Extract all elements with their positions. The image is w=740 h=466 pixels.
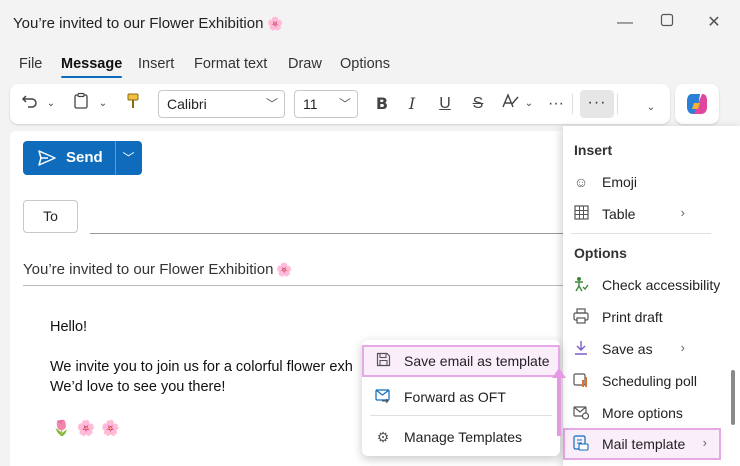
calendar-poll-icon [572,372,590,390]
menu-tabs: File Message Insert Format text Draw Opt… [0,52,740,80]
send-icon [38,150,56,166]
printer-icon [572,308,590,326]
menu-item-emoji[interactable]: ☺ Emoji [563,167,733,197]
undo-icon[interactable] [20,92,40,116]
font-name-select[interactable]: Calibri ﹀ [158,90,285,118]
flower-emoji: 🌸 [276,262,293,277]
menu-item-table[interactable]: Table › [563,199,733,229]
window-title: You’re invited to our Flower Exhibition 🌸 [13,15,284,32]
ribbon-divider [572,94,573,114]
format-painter-icon[interactable] [122,92,144,116]
menu-item-check-accessibility[interactable]: Check accessibility [563,270,733,300]
smiley-icon: ☺ [573,174,589,190]
chevron-down-icon: ﹀ [265,97,278,111]
to-field[interactable] [90,233,570,234]
menu-item-scheduling-poll[interactable]: Scheduling poll [563,366,733,396]
paste-icon[interactable] [70,92,92,116]
subject-underline [23,285,570,286]
tab-file[interactable]: File [19,56,42,72]
tab-format-text[interactable]: Format text [194,56,267,72]
title-bar: You’re invited to our Flower Exhibition 🌸… [0,0,740,50]
menu-item-more-options[interactable]: More options [563,398,733,428]
flower-emoji: 🌸 [267,16,284,31]
forward-mail-icon [374,388,392,406]
mail-settings-icon [572,404,590,422]
submenu-item-manage-templates[interactable]: ⚙ Manage Templates [362,422,560,452]
table-icon [572,205,590,223]
text-effects-icon[interactable] [500,92,522,116]
strikethrough-icon[interactable]: S [468,92,488,116]
maximize-icon[interactable] [657,13,677,33]
copilot-icon [687,94,707,114]
subject-field[interactable]: You’re invited to our Flower Exhibition 🌸 [23,261,293,278]
chevron-right-icon: › [680,340,685,355]
download-icon [572,340,590,358]
send-options-chevron-icon[interactable]: ﹀ [115,141,142,175]
body-greeting: Hello! [50,319,88,335]
body-emojis: 🌷🌸🌸 [52,420,127,437]
ribbon-divider [617,94,618,114]
menu-scrollbar[interactable] [731,370,735,425]
more-commands-button[interactable]: ··· [580,90,614,118]
submenu-item-save-email-as-template[interactable]: Save email as template [362,346,560,376]
minimize-icon[interactable]: — [615,13,635,33]
mail-template-icon [572,435,590,453]
bold-icon[interactable]: B [372,92,392,116]
tab-insert[interactable]: Insert [138,56,174,72]
tab-message[interactable]: Message [61,56,123,78]
gear-icon: ⚙ [376,429,390,445]
ribbon-toolbar: ⌄ ⌄ Calibri ﹀ 11 ﹀ B I U S ⌄ ··· ⌄ [10,84,670,124]
send-button[interactable]: Send ﹀ [23,141,142,175]
accessibility-icon [572,276,590,294]
menu-item-mail-template[interactable]: Mail template › [563,429,733,459]
font-size-select[interactable]: 11 ﹀ [294,90,358,118]
italic-icon[interactable]: I [402,92,422,116]
options-section-header: Options [574,245,627,261]
chevron-down-icon: ﹀ [338,97,351,111]
menu-item-print-draft[interactable]: Print draft [563,302,733,332]
chevron-right-icon: › [702,435,707,450]
paste-dropdown-icon[interactable]: ⌄ [96,92,110,116]
save-icon [374,352,392,370]
annotation-arrow-head [552,368,566,378]
close-icon[interactable]: ✕ [704,13,724,33]
text-effects-dropdown-icon[interactable]: ⌄ [523,92,535,116]
mail-template-submenu: Save email as template Forward as OFT ⚙ … [362,340,560,456]
tab-draw[interactable]: Draw [288,56,322,72]
tab-options[interactable]: Options [340,56,390,72]
undo-dropdown-icon[interactable]: ⌄ [44,92,58,116]
underline-icon[interactable]: U [435,92,455,116]
overflow-menu: Insert ☺ Emoji Table › Options Check acc… [563,126,740,466]
insert-section-header: Insert [574,142,613,158]
annotation-arrow [557,376,561,436]
chevron-right-icon: › [680,205,685,220]
ribbon-expand-icon[interactable]: ⌄ [644,96,658,120]
more-formatting-icon[interactable]: ··· [545,92,567,116]
to-button[interactable]: To [23,200,78,233]
menu-item-save-as[interactable]: Save as › [563,334,733,364]
copilot-button[interactable] [675,84,719,124]
body-line: We invite you to join us for a colorful … [50,359,353,375]
submenu-item-forward-as-oft[interactable]: Forward as OFT [362,382,560,412]
body-line: We’d love to see you there! [50,379,226,395]
